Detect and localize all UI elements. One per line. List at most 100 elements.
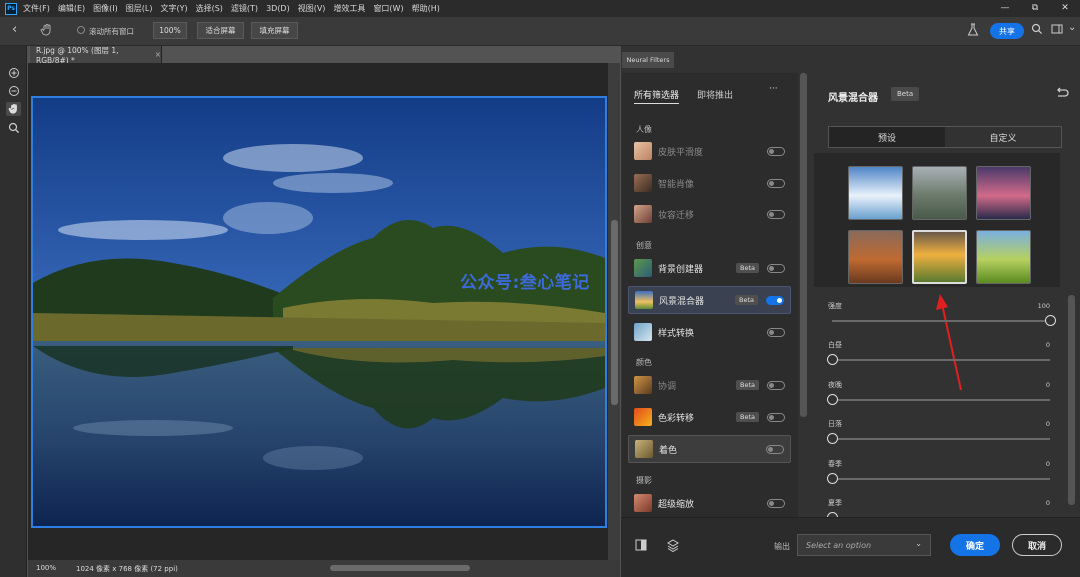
menu-type[interactable]: 文字(Y)	[160, 3, 187, 14]
menu-layer[interactable]: 图层(L)	[126, 3, 153, 14]
filter-makeup-transfer[interactable]: 妆容迁移	[628, 200, 791, 228]
output-select[interactable]: Select an option ⌄	[797, 534, 931, 556]
filter-toggle[interactable]	[767, 178, 785, 188]
document-tab[interactable]: R.jpg @ 100% (图层 1, RGB/8#) * ×	[30, 46, 162, 65]
filter-list-scrollbar[interactable]	[800, 73, 807, 417]
slider-knob[interactable]	[1045, 315, 1056, 326]
menu-view[interactable]: 视图(V)	[298, 3, 326, 14]
menu-plugins[interactable]: 增效工具	[333, 3, 365, 14]
vertical-scroll-thumb[interactable]	[611, 220, 618, 405]
cancel-button[interactable]: 取消	[1012, 534, 1062, 556]
tab-all-filters[interactable]: 所有筛选器	[634, 88, 680, 104]
tab-coming-soon[interactable]: 即将推出	[697, 88, 733, 101]
filter-toggle[interactable]	[766, 444, 784, 454]
layers-icon[interactable]	[666, 538, 680, 555]
close-button[interactable]: ✕	[1050, 0, 1080, 17]
menu-select[interactable]: 选择(S)	[196, 3, 223, 14]
back-arrow-icon[interactable]: ‹	[12, 22, 17, 37]
tools-panel	[0, 46, 27, 577]
slider-knob[interactable]	[827, 473, 838, 484]
slider-value: 0	[1045, 341, 1050, 349]
slider-value: 0	[1045, 420, 1050, 428]
preset-green-meadow[interactable]	[976, 230, 1031, 284]
filter-landscape-mixer[interactable]: 风景混合器 Beta	[628, 286, 791, 314]
fill-screen-button[interactable]: 填充屏幕	[251, 22, 298, 39]
filter-toggle[interactable]	[767, 412, 785, 422]
preset-purple-sunset[interactable]	[976, 166, 1031, 220]
slider-track[interactable]	[832, 438, 1050, 440]
slider-track[interactable]	[832, 359, 1050, 361]
preset-snowy-mountain[interactable]	[848, 166, 903, 220]
menu-3d[interactable]: 3D(D)	[266, 4, 290, 13]
close-tab-icon[interactable]: ×	[155, 50, 161, 59]
hand-tool-icon[interactable]	[6, 102, 21, 116]
filter-toggle[interactable]	[766, 295, 784, 305]
colorize-thumbnail	[635, 440, 653, 458]
filter-harmonization[interactable]: 协调 Beta	[628, 371, 791, 399]
settings-scrollbar[interactable]	[1068, 295, 1075, 505]
horizontal-scroll-thumb[interactable]	[330, 565, 470, 571]
more-options-icon[interactable]: ···	[769, 84, 778, 94]
status-doc-info[interactable]: 1024 像素 x 768 像素 (72 ppi)	[76, 564, 178, 574]
search-icon[interactable]	[1031, 23, 1043, 38]
tab-presets[interactable]: 预设	[829, 127, 945, 147]
status-zoom[interactable]: 100%	[36, 564, 56, 572]
filter-toggle[interactable]	[767, 327, 785, 337]
hand-tool-preset-icon[interactable]	[40, 23, 54, 40]
menu-help[interactable]: 帮助(H)	[412, 3, 440, 14]
slider-knob[interactable]	[827, 394, 838, 405]
compare-view-icon[interactable]	[634, 538, 648, 555]
photoshop-logo: Ps	[5, 2, 17, 15]
flask-icon[interactable]	[967, 23, 979, 40]
preset-canyon[interactable]	[848, 230, 903, 284]
reset-icon[interactable]	[1055, 87, 1069, 102]
menu-filter[interactable]: 滤镜(T)	[231, 3, 258, 14]
slider-label: 日落	[828, 420, 842, 428]
slider-knob[interactable]	[827, 433, 838, 444]
menu-edit[interactable]: 编辑(E)	[58, 3, 85, 14]
filter-toggle[interactable]	[767, 146, 785, 156]
zoom-in-icon[interactable]	[6, 66, 21, 80]
fit-screen-button[interactable]: 适合屏幕	[197, 22, 244, 39]
zoom-out-icon[interactable]	[6, 84, 21, 98]
slider-track[interactable]	[832, 399, 1050, 401]
slider-track[interactable]	[832, 478, 1050, 480]
filter-skin-smoothing[interactable]: 皮肤平滑度	[628, 137, 791, 165]
document-image[interactable]	[31, 96, 607, 528]
scroll-all-label: 滚动所有窗口	[89, 27, 134, 36]
preset-golden-sunrise[interactable]	[912, 230, 967, 284]
filter-super-zoom[interactable]: 超级缩放	[628, 489, 791, 517]
filter-colorize[interactable]: 着色	[628, 435, 791, 463]
share-button[interactable]: 共享	[990, 23, 1024, 39]
zoom-tool-icon[interactable]	[6, 121, 21, 135]
menu-file[interactable]: 文件(F)	[23, 3, 50, 14]
slider-track[interactable]	[832, 320, 1050, 322]
neural-filters-tab[interactable]: Neural Filters	[622, 52, 674, 68]
zoom-100-button[interactable]: 100%	[153, 22, 187, 39]
restore-button[interactable]: ⧉	[1020, 0, 1050, 17]
filter-background-creator[interactable]: 背景创建器 Beta	[628, 254, 791, 282]
filter-toggle[interactable]	[767, 263, 785, 273]
chevron-down-icon[interactable]: ⌄	[1068, 22, 1076, 33]
category-creative: 创意	[636, 241, 652, 250]
preset-misty-valley[interactable]	[912, 166, 967, 220]
workspace-icon[interactable]	[1051, 23, 1063, 38]
filter-style-transfer[interactable]: 样式转换	[628, 318, 791, 346]
color-transfer-thumbnail	[634, 408, 652, 426]
minimize-button[interactable]: —	[990, 0, 1020, 17]
filter-toggle[interactable]	[767, 498, 785, 508]
tab-custom[interactable]: 自定义	[945, 127, 1061, 147]
menu-image[interactable]: 图像(I)	[93, 3, 118, 14]
filter-toggle[interactable]	[767, 380, 785, 390]
ok-button[interactable]: 确定	[950, 534, 1000, 556]
filter-smart-portrait[interactable]: 智能肖像	[628, 169, 791, 197]
filter-toggle[interactable]	[767, 209, 785, 219]
scroll-all-checkbox[interactable]	[77, 26, 85, 34]
category-color: 颜色	[636, 358, 652, 367]
beta-badge: Beta	[736, 380, 759, 390]
slider-knob[interactable]	[827, 354, 838, 365]
lake-landscape-photo	[33, 98, 605, 526]
menu-window[interactable]: 窗口(W)	[373, 3, 403, 14]
filter-color-transfer[interactable]: 色彩转移 Beta	[628, 403, 791, 431]
output-select-value: Select an option	[806, 540, 872, 550]
